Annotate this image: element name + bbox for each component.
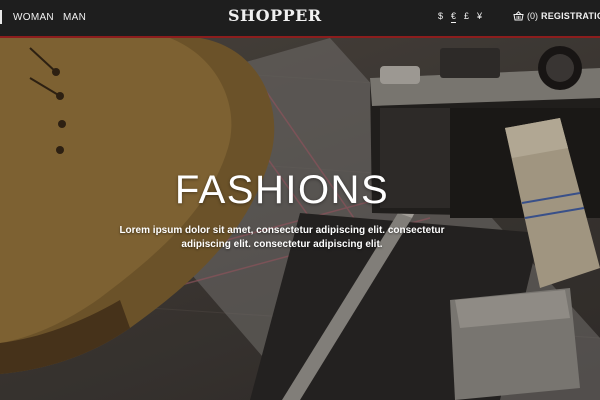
hero-title: FASHIONS [174, 168, 390, 212]
currency-pound[interactable]: £ [464, 11, 469, 21]
site-logo[interactable]: SHOPPER [228, 6, 322, 25]
menu-edge-marker [0, 10, 2, 24]
hero-banner: FASHIONS Lorem ipsum dolor sit amet, con… [0, 38, 600, 400]
basket-icon [513, 11, 524, 21]
cart-count: (0) [527, 11, 538, 21]
page: WOMAN MAN SHOPPER $ € £ ¥ (0) REGISTRATI… [0, 0, 600, 400]
hero-dark-overlay [0, 38, 600, 400]
registration-label: REGISTRATION [541, 11, 600, 21]
hero-description: Lorem ipsum dolor sit amet, consectetur … [119, 225, 445, 250]
currency-dollar[interactable]: $ [438, 11, 443, 21]
currency-euro[interactable]: € [451, 11, 457, 23]
nav-link-man[interactable]: MAN [63, 12, 86, 23]
cart-registration-link[interactable]: (0) REGISTRATION [513, 11, 600, 21]
nav-link-woman[interactable]: WOMAN [13, 12, 54, 23]
currency-yen[interactable]: ¥ [477, 11, 482, 21]
top-navigation-bar: WOMAN MAN SHOPPER $ € £ ¥ (0) REGISTRATI… [0, 0, 600, 38]
